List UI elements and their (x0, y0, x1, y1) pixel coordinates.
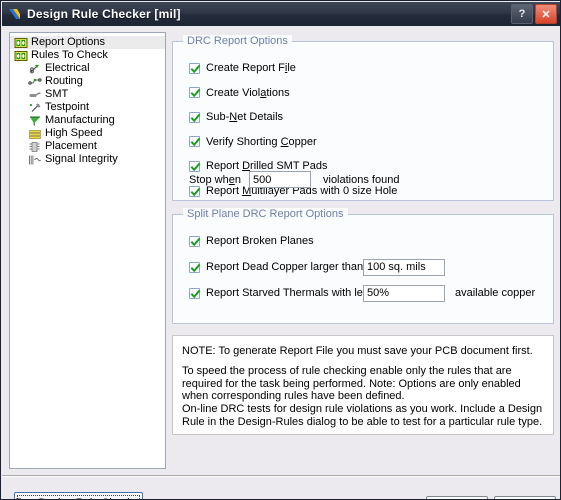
split-option-row: Report Starved Thermals with less thanav… (189, 284, 535, 302)
titlebar: Design Rule Checker [mil] ? ✕ (2, 2, 560, 26)
checkbox-label: Create Report File (206, 62, 296, 74)
split-option-row: Report Dead Copper larger than (189, 258, 445, 276)
tree-item-rules-to-check[interactable]: Rules To Check (10, 49, 165, 62)
tree-item-label: Electrical (45, 62, 90, 74)
smt-icon (28, 89, 45, 101)
tree-item-signal-integrity[interactable]: Signal Integrity (10, 153, 165, 166)
drc-option-row: Sub-Net Details (189, 111, 283, 123)
ok-button[interactable]: OK (426, 496, 488, 499)
manufacturing-icon (28, 115, 45, 127)
checkbox-sub-net-details[interactable] (189, 111, 201, 123)
checkbox-label: Create Violations (206, 86, 290, 99)
checkbox-report-starved-thermals-with-less-than[interactable] (189, 287, 201, 299)
stop-when-suffix: violations found (323, 173, 400, 186)
tree-item-manufacturing[interactable]: Manufacturing (10, 114, 165, 127)
drc-option-row: Verify Shorting Copper (189, 136, 317, 148)
window-title: Design Rule Checker [mil] (27, 7, 181, 21)
checkbox-report-broken-planes[interactable] (189, 235, 201, 247)
stop-when-input[interactable] (249, 171, 311, 188)
drc-report-options-title: DRC Report Options (183, 35, 292, 47)
split-plane-drc-options-group: Split Plane DRC Report Options Report Br… (172, 208, 554, 324)
electrical-icon (28, 63, 45, 75)
checkbox-verify-shorting-copper[interactable] (189, 136, 201, 148)
cancel-button[interactable]: Cancel (494, 496, 556, 499)
tree-item-smt[interactable]: SMT (10, 88, 165, 101)
split-plane-title: Split Plane DRC Report Options (183, 208, 348, 220)
stop-when-label: Stop when (189, 173, 241, 186)
note-line-2: To speed the process of rule checking en… (182, 365, 521, 402)
dialog-client: Report Options Rules To Check Electrical Ro… (2, 26, 560, 499)
tree-item-high-speed[interactable]: High Speed (10, 127, 165, 140)
testpoint-icon (28, 102, 45, 114)
run-design-rule-check-button[interactable]: Run Design Rule Check... (14, 492, 143, 499)
split-field-suffix: available copper (455, 287, 536, 299)
tree-item-label: Rules To Check (31, 49, 108, 61)
input-report-dead-copper-larger-than[interactable] (363, 258, 445, 276)
drc-option-row: Create Violations (189, 87, 290, 99)
tree-item-placement[interactable]: Placement (10, 140, 165, 153)
tree-item-label: SMT (45, 88, 69, 100)
drc-report-options-group: DRC Report Options Create Report File Cre… (172, 35, 554, 201)
rules-tree[interactable]: Report Options Rules To Check Electrical Ro… (9, 32, 166, 469)
design-rule-checker-dialog: Design Rule Checker [mil] ? ✕ Report Opt… (0, 0, 561, 500)
placement-icon (28, 141, 45, 153)
close-icon[interactable]: ✕ (535, 4, 557, 24)
titlebar-buttons: ? ✕ (511, 4, 557, 24)
drc-option-row: Create Report File (189, 62, 296, 74)
checkbox-create-violations[interactable] (189, 87, 201, 99)
tree-item-routing[interactable]: Routing (10, 75, 165, 88)
checkbox-label: Report Dead Copper larger than (206, 261, 364, 273)
green-folder-icon (14, 50, 31, 62)
tree-item-label: Routing (45, 75, 83, 87)
checkbox-create-report-file[interactable] (189, 62, 201, 74)
checkbox-label: Report Broken Planes (206, 235, 314, 247)
stop-when-row: Stop when violations found (189, 171, 399, 188)
high-speed-icon (28, 128, 45, 140)
routing-icon (28, 76, 45, 88)
tree-item-testpoint[interactable]: Testpoint (10, 101, 165, 114)
tree-item-label: Signal Integrity (45, 153, 118, 165)
tree-item-label: Manufacturing (45, 114, 115, 126)
tree-item-electrical[interactable]: Electrical (10, 62, 165, 75)
tree-item-label: High Speed (45, 127, 103, 139)
checkbox-label: Verify Shorting Copper (206, 135, 317, 148)
green-folder-icon (14, 37, 31, 49)
checkbox-label: Sub-Net Details (206, 111, 284, 124)
note-panel: NOTE: To generate Report File you must s… (172, 335, 554, 435)
note-line-1: NOTE: To generate Report File you must s… (182, 345, 533, 357)
help-icon[interactable]: ? (511, 4, 533, 24)
split-option-row: Report Broken Planes (189, 235, 314, 247)
altium-drc-icon (7, 6, 23, 22)
note-line-3: On-line DRC tests for design rule violat… (182, 403, 543, 428)
tree-item-report-options[interactable]: Report Options (10, 36, 165, 49)
signal-integrity-icon (28, 154, 45, 166)
input-report-starved-thermals-with-less-than[interactable] (363, 284, 445, 302)
tree-item-label: Testpoint (45, 101, 90, 113)
options-column: DRC Report Options Create Report File Cre… (172, 32, 554, 469)
footer-separator (2, 475, 560, 477)
tree-item-label: Placement (45, 140, 97, 152)
tree-item-label: Report Options (31, 36, 105, 48)
checkbox-report-dead-copper-larger-than[interactable] (189, 261, 201, 273)
